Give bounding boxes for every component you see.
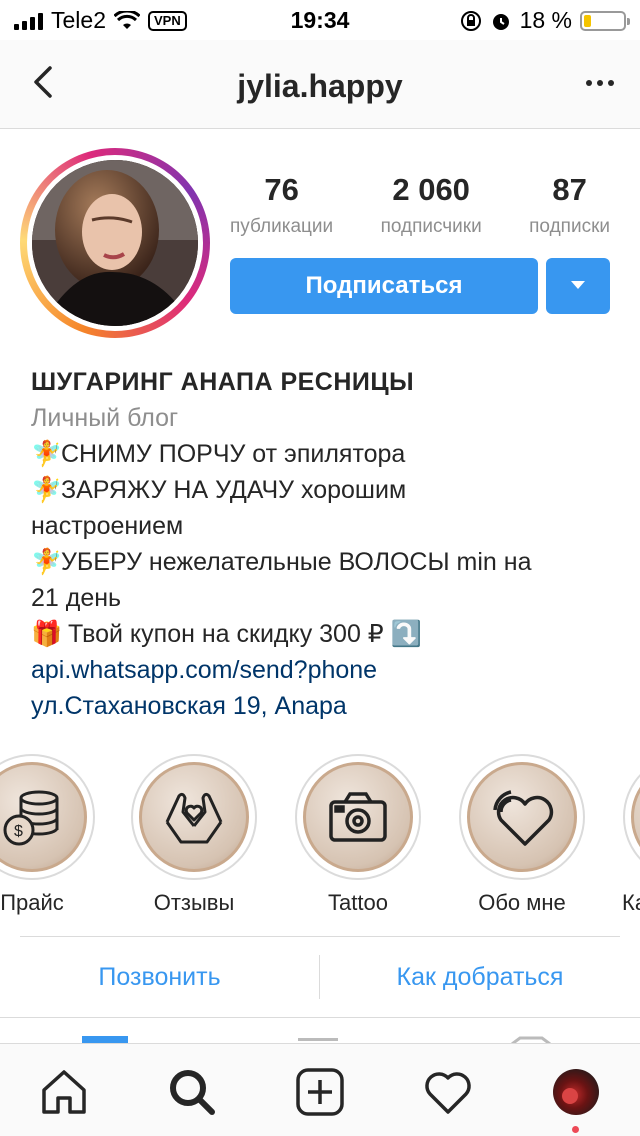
- bio-line: 🧚ЗАРЯЖУ НА УДАЧУ хорошим: [31, 472, 621, 508]
- alarm-icon: [492, 13, 509, 30]
- home-icon[interactable]: [38, 1066, 90, 1118]
- more-options-icon[interactable]: [586, 80, 614, 86]
- camera-icon: [329, 792, 387, 842]
- highlight-price[interactable]: $ Прайс: [0, 754, 96, 916]
- bio-line: настроением: [31, 512, 184, 540]
- stat-posts[interactable]: 76 публикации: [230, 172, 333, 238]
- page-title: jylia.happy: [237, 68, 403, 104]
- notification-dot: [572, 1126, 579, 1133]
- call-button[interactable]: Позвонить: [0, 937, 319, 1017]
- status-bar: Tele2 VPN 19:34 18 %: [0, 0, 640, 40]
- stat-following[interactable]: 87 подписки: [529, 172, 610, 238]
- avatar[interactable]: [20, 148, 210, 338]
- battery-icon: [580, 10, 630, 31]
- highlight-about-me[interactable]: Обо мне: [458, 754, 586, 916]
- stat-followers-value: 2 060: [392, 172, 470, 207]
- bio-line: 21 день: [31, 584, 122, 612]
- search-icon[interactable]: [166, 1066, 218, 1118]
- stat-posts-value: 76: [264, 172, 299, 207]
- coins-icon: $: [3, 790, 59, 846]
- bio-line: 🧚УБЕРУ нежелательные ВОЛОСЫ min на: [31, 544, 621, 580]
- suggestions-dropdown-button[interactable]: [546, 258, 610, 314]
- profile-avatar-icon[interactable]: [550, 1066, 602, 1118]
- follow-button[interactable]: Подписаться: [230, 258, 538, 314]
- svg-text:$: $: [14, 823, 23, 840]
- highlight-tattoo[interactable]: Tattoo: [294, 754, 422, 916]
- highlight-reviews[interactable]: Отзывы: [130, 754, 258, 916]
- chevron-down-icon: [571, 281, 585, 289]
- fairy-icon: 🧚: [31, 440, 63, 468]
- directions-button[interactable]: Как добраться: [320, 937, 640, 1017]
- highlight-partial[interactable]: Ка: [622, 754, 640, 916]
- bio-line: 🧚СНИМУ ПОРЧУ от эпилятора: [31, 436, 621, 472]
- bio-line: 🎁 Твой купон на скидку 300 ₽ ⤵️: [31, 616, 621, 652]
- heart-hands-icon: [165, 792, 223, 844]
- highlight-label: Обо мне: [478, 890, 566, 915]
- fairy-icon: 🧚: [31, 476, 63, 504]
- profile-stats: 76 публикации 2 060 подписчики 87 подпис…: [230, 172, 610, 238]
- contact-row: Позвонить Как добраться: [0, 937, 640, 1017]
- heart-wifi-icon: [493, 790, 554, 846]
- profile-category: Личный блог: [31, 404, 179, 432]
- profile-name: ШУГАРИНГ АНАПА РЕСНИЦЫ: [31, 368, 415, 396]
- highlight-label: Отзывы: [153, 890, 235, 915]
- nav-bar: jylia.happy: [0, 40, 640, 129]
- divider: [0, 1017, 640, 1018]
- bio-website-link[interactable]: api.whatsapp.com/send?phone: [31, 652, 621, 688]
- highlight-label: Tattoo: [328, 890, 388, 915]
- highlight-label: Ка: [622, 890, 640, 915]
- new-post-icon[interactable]: [294, 1066, 346, 1118]
- stat-following-value: 87: [552, 172, 587, 207]
- avatar-image: [32, 160, 198, 326]
- stat-posts-label: публикации: [230, 216, 334, 237]
- bio-address-link[interactable]: ул.Стахановская 19, Anapa: [31, 688, 621, 724]
- battery-percent: 18 %: [519, 7, 572, 33]
- highlight-label: Прайс: [0, 890, 64, 915]
- status-right: 18 %: [460, 7, 630, 34]
- profile-bio: ШУГАРИНГ АНАПА РЕСНИЦЫ Личный блог 🧚СНИМ…: [31, 364, 621, 724]
- stat-following-label: подписки: [529, 216, 610, 237]
- stat-followers[interactable]: 2 060 подписчики: [381, 172, 482, 238]
- activity-heart-icon[interactable]: [422, 1066, 474, 1118]
- bottom-tab-bar: [0, 1043, 640, 1136]
- gift-icon: 🎁: [31, 620, 63, 648]
- story-highlights: $ Прайс Отзывы Tattoo Обо мне К: [0, 754, 640, 924]
- orientation-lock-icon: [460, 10, 481, 31]
- fairy-icon: 🧚: [31, 548, 63, 576]
- stat-followers-label: подписчики: [380, 216, 482, 237]
